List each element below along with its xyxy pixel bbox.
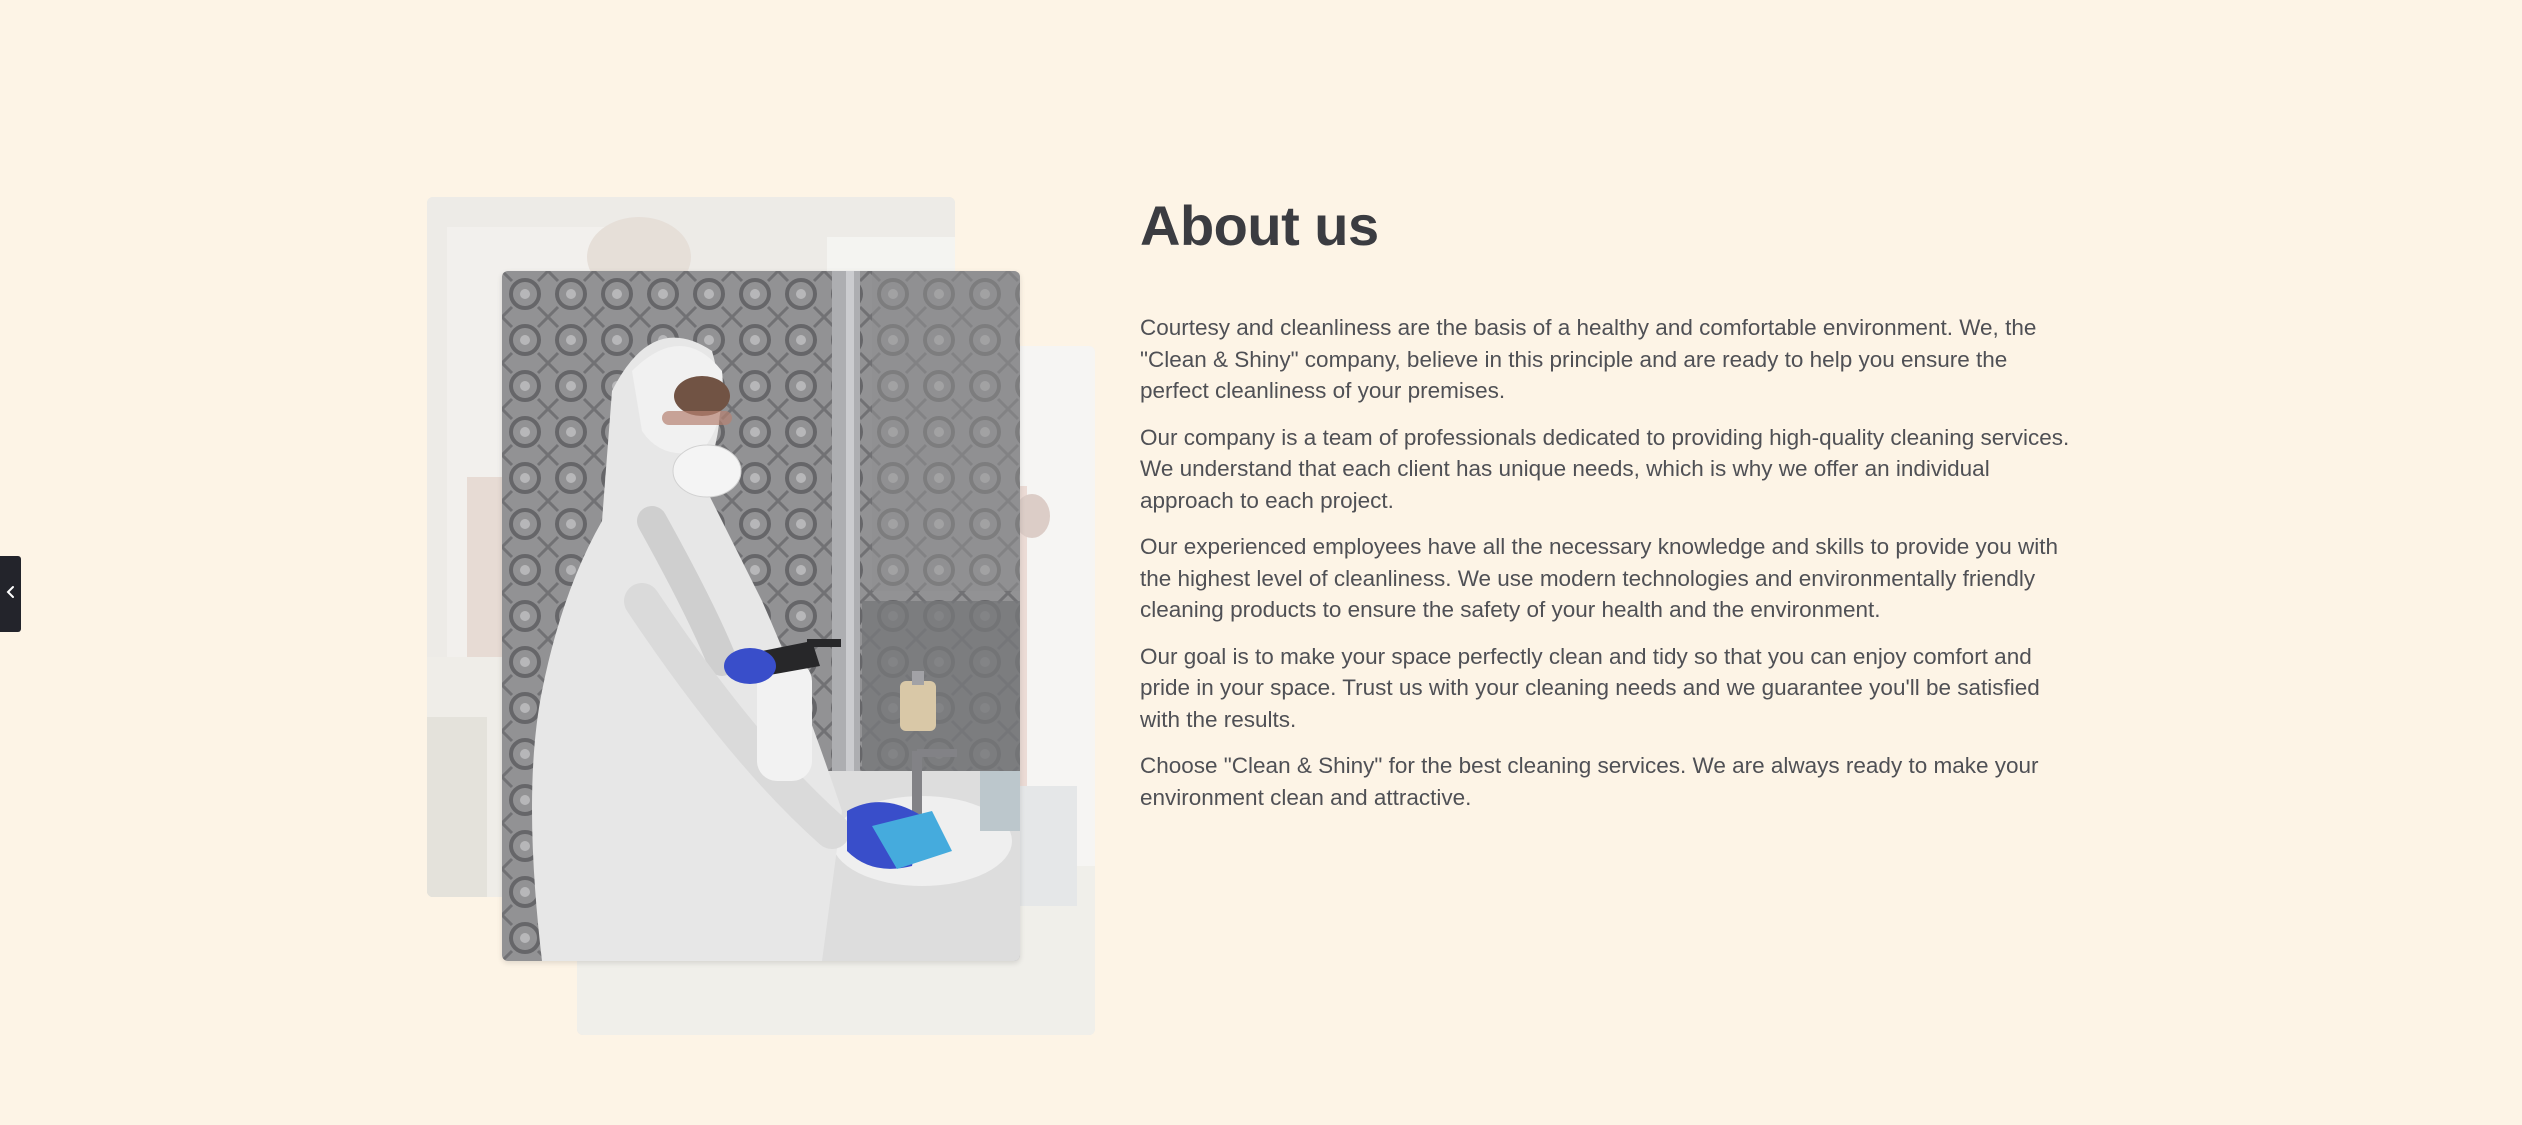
about-paragraph-2: Our company is a team of professionals d… [1140,424,2070,513]
chevron-left-icon [6,585,16,604]
about-content: About us Courtesy and cleanliness are th… [1140,188,2080,828]
gallery-image-main [502,271,1020,961]
about-paragraph-4: Our goal is to make your space perfectly… [1140,643,2040,732]
about-section: About us Courtesy and cleanliness are th… [0,0,2522,1125]
about-paragraph-5: Choose "Clean & Shiny" for the best clea… [1140,753,2039,810]
about-paragraph-1: Courtesy and cleanliness are the basis o… [1140,315,2037,403]
page-title: About us [1140,194,1379,257]
about-text: Courtesy and cleanliness are the basis o… [1140,312,2080,813]
sidebar-toggle-button[interactable] [0,556,21,632]
about-paragraph-3: Our experienced employees have all the n… [1140,534,2059,622]
